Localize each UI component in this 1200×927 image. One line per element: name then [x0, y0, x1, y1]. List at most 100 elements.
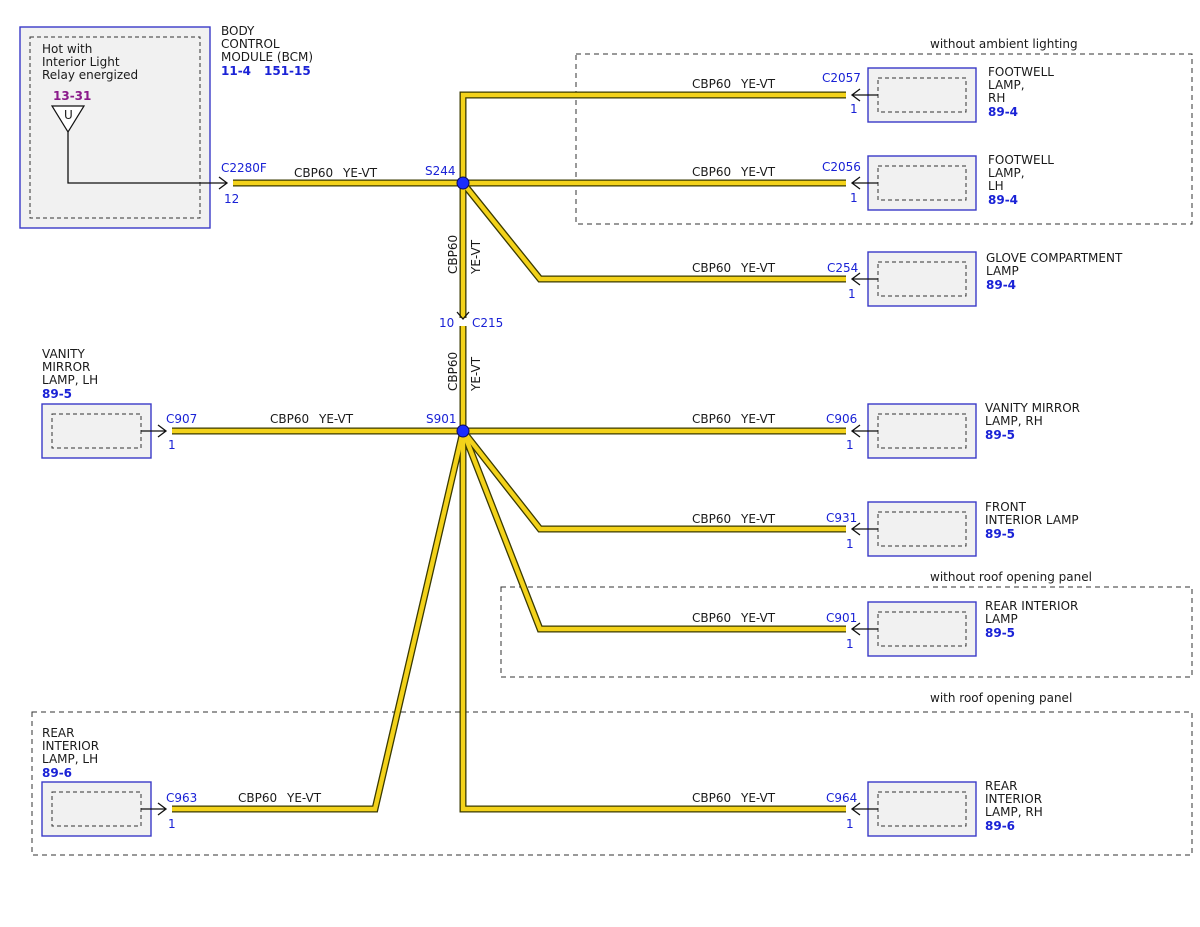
component-ref: 89-6: [985, 819, 1015, 833]
component-glove-compartment-lamp: C254 1 GLOVE COMPARTMENT LAMP 89-4: [827, 251, 1123, 307]
wire-label-circuit: CBP60: [692, 791, 731, 805]
inline-connector-name: C215: [472, 316, 503, 330]
splice-s901-dot: [456, 424, 470, 438]
component-name-line: LAMP, RH: [985, 805, 1043, 819]
component-name-line: LAMP: [985, 612, 1018, 626]
bcm-ref-2: 151-15: [264, 64, 311, 78]
pin-label: 1: [846, 537, 854, 551]
bcm-power-symbol: U: [64, 108, 73, 122]
wire-label-circuit: CBP60: [294, 166, 333, 180]
wire-label-circuit: CBP60: [270, 412, 309, 426]
wire-label-color: YE-VT: [342, 166, 378, 180]
component-ref: 89-4: [986, 278, 1016, 292]
connector-label: C2057: [822, 71, 861, 85]
component-ref: 89-5: [985, 527, 1015, 541]
wire-label-circuit-vertical: CBP60: [446, 352, 460, 391]
bcm-power-ref: 13-31: [53, 89, 91, 103]
component-name-line: REAR: [42, 726, 74, 740]
component-ref: 89-4: [988, 105, 1018, 119]
component-vanity-mirror-lamp-lh: C907 1 VANITY MIRROR LAMP, LH 89-5: [41, 347, 197, 459]
bcm-title-line-1: BODY: [221, 24, 255, 38]
wire-harness: [172, 91, 846, 813]
pin-label: 1: [850, 102, 858, 116]
connector-label: C2056: [822, 160, 861, 174]
component-name-line: LAMP,: [988, 78, 1025, 92]
bcm-connector-label: C2280F: [221, 161, 267, 175]
bcm-title-line-3: MODULE (BCM): [221, 50, 313, 64]
component-name-line: INTERIOR: [42, 739, 99, 753]
component-name-line: RH: [988, 91, 1005, 105]
region-with-roof-panel: [31, 711, 1193, 856]
pin-label: 1: [846, 438, 854, 452]
wire-label-color: YE-VT: [740, 77, 776, 91]
component-name-line: INTERIOR LAMP: [985, 513, 1079, 527]
wire-label-color: YE-VT: [740, 261, 776, 275]
component-name-line: MIRROR: [42, 360, 90, 374]
wire-label-circuit: CBP60: [692, 261, 731, 275]
wire-label-color: YE-VT: [740, 165, 776, 179]
bcm-inner-line-2: Interior Light: [42, 55, 120, 69]
component-name-line: FRONT: [985, 500, 1027, 514]
component-name-line: LAMP, LH: [42, 373, 98, 387]
pin-label: 1: [848, 287, 856, 301]
region-without-roof-label: without roof opening panel: [930, 570, 1092, 584]
pin-label: 1: [846, 817, 854, 831]
component-name-line: FOOTWELL: [988, 65, 1054, 79]
connector-label: C906: [826, 412, 857, 426]
wire-label-color: YE-VT: [318, 412, 354, 426]
region-ambient-label: without ambient lighting: [930, 37, 1078, 51]
inline-connector-pin: 10: [439, 316, 454, 330]
wire-label-circuit: CBP60: [692, 512, 731, 526]
wire-label-color: YE-VT: [286, 791, 322, 805]
component-ref: 89-4: [988, 193, 1018, 207]
wire-label-circuit: CBP60: [692, 412, 731, 426]
bcm-title-line-2: CONTROL: [221, 37, 280, 51]
component-rear-interior-lamp: C901 1 REAR INTERIOR LAMP 89-5: [826, 599, 1078, 657]
pin-label: 1: [846, 637, 854, 651]
component-name-line: VANITY MIRROR: [985, 401, 1080, 415]
connector-label: C964: [826, 791, 857, 805]
connector-label: C901: [826, 611, 857, 625]
component-name-line: LAMP: [986, 264, 1019, 278]
component-ref: 89-5: [42, 387, 72, 401]
bcm-pin-label: 12: [224, 192, 239, 206]
inline-connector-c215: 10 C215: [439, 311, 503, 330]
wire-label-color: YE-VT: [740, 791, 776, 805]
pin-label: 1: [168, 438, 176, 452]
component-front-interior-lamp: C931 1 FRONT INTERIOR LAMP 89-5: [826, 500, 1079, 557]
component-rear-interior-lamp-lh: C963 1 REAR INTERIOR LAMP, LH 89-6: [41, 726, 197, 837]
bcm-ref-1: 11-4: [221, 64, 251, 78]
component-name-line: GLOVE COMPARTMENT: [986, 251, 1123, 265]
connector-label: C907: [166, 412, 197, 426]
component-rear-interior-lamp-rh: C964 1 REAR INTERIOR LAMP, RH 89-6: [826, 779, 1043, 837]
component-ref: 89-5: [985, 626, 1015, 640]
wire-label-circuit: CBP60: [692, 77, 731, 91]
wire-label-color: YE-VT: [740, 512, 776, 526]
component-name-line: INTERIOR: [985, 792, 1042, 806]
component-ref: 89-6: [42, 766, 72, 780]
component-name-line: REAR: [985, 779, 1017, 793]
pin-label: 1: [168, 817, 176, 831]
wire-label-color: YE-VT: [740, 412, 776, 426]
component-name-line: FOOTWELL: [988, 153, 1054, 167]
component-name-line: REAR INTERIOR: [985, 599, 1078, 613]
component-name-line: LAMP, LH: [42, 752, 98, 766]
wire-label-color-vertical: YE-VT: [469, 356, 483, 392]
bcm-module: BODY CONTROL MODULE (BCM) 11-4 151-15 Ho…: [19, 24, 313, 229]
wire-label-circuit: CBP60: [238, 791, 277, 805]
component-ref: 89-5: [985, 428, 1015, 442]
wire-label-color: YE-VT: [740, 611, 776, 625]
splice-s244-label: S244: [425, 164, 456, 178]
pin-label: 1: [850, 191, 858, 205]
wire-label-circuit: CBP60: [692, 611, 731, 625]
connector-label: C963: [166, 791, 197, 805]
wire-label-circuit: CBP60: [692, 165, 731, 179]
component-name-line: LAMP, RH: [985, 414, 1043, 428]
wiring-diagram: without ambient lighting without roof op…: [19, 24, 1193, 856]
splice-s244-dot: [456, 176, 470, 190]
wire-label-color-vertical: YE-VT: [469, 239, 483, 275]
wire-label-circuit-vertical: CBP60: [446, 235, 460, 274]
component-name-line: LH: [988, 179, 1004, 193]
component-footwell-lamp-rh: C2057 1 FOOTWELL LAMP, RH 89-4: [822, 65, 1054, 123]
splice-s901-label: S901: [426, 412, 457, 426]
